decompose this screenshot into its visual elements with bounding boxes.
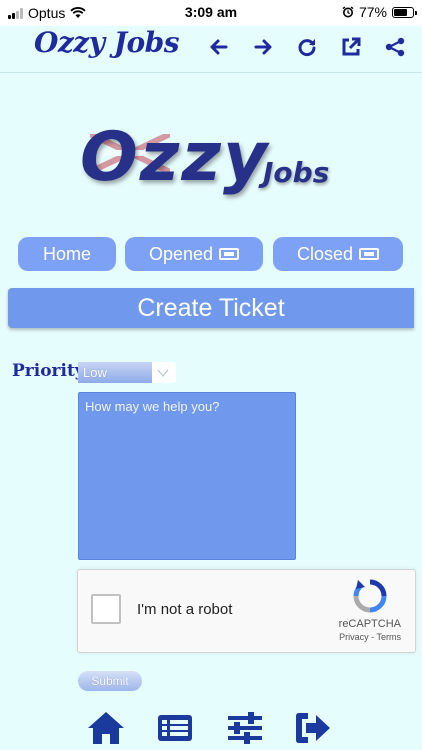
tab-closed[interactable]: Closed <box>273 237 403 271</box>
share-icon[interactable] <box>384 36 406 58</box>
back-arrow-icon[interactable] <box>208 36 230 58</box>
chevron-down-icon <box>157 369 169 377</box>
nav-tabs: Home Opened Closed <box>18 237 404 271</box>
home-icon[interactable] <box>87 710 125 746</box>
tab-home-label: Home <box>42 243 91 264</box>
captcha-links: Privacy - Terms <box>78 632 401 642</box>
priority-select[interactable]: Low <box>78 362 176 383</box>
status-right: 77% <box>342 4 417 20</box>
captcha-privacy-link[interactable]: Privacy <box>339 632 369 642</box>
ticket-icon <box>359 248 380 260</box>
alarm-icon <box>342 6 354 18</box>
open-external-icon[interactable] <box>340 36 362 58</box>
app-actions <box>208 36 406 58</box>
filter-icon[interactable] <box>226 710 264 746</box>
submit-button[interactable]: Submit <box>78 671 142 691</box>
priority-label: Priority <box>12 361 85 381</box>
logout-icon[interactable] <box>294 710 332 746</box>
message-textarea[interactable]: How may we help you? <box>78 392 296 560</box>
status-bar: Optus 3:09 am 77% <box>0 0 422 26</box>
battery-icon <box>392 6 417 18</box>
battery-percent: 77% <box>358 4 387 20</box>
logo-text-jobs: Jobs <box>263 156 330 189</box>
recaptcha-widget: I'm not a robot reCAPTCHA Privacy - Term… <box>77 569 416 653</box>
captcha-link-separator: - <box>371 632 375 642</box>
captcha-label: I'm not a robot <box>137 601 233 618</box>
priority-value: Low <box>78 362 152 383</box>
recaptcha-logo-icon <box>353 579 387 613</box>
battery-fill <box>394 8 407 16</box>
captcha-terms-link[interactable]: Terms <box>377 632 402 642</box>
captcha-brand: reCAPTCHA <box>338 618 401 630</box>
logo-text-ozzy: Ozzy <box>80 118 270 197</box>
section-title: Create Ticket <box>8 288 414 328</box>
tab-home[interactable]: Home <box>18 237 116 271</box>
ticket-icon <box>219 248 240 260</box>
ozzy-jobs-logo: Ozzy Jobs <box>80 118 360 206</box>
app-title: Ozzy Jobs <box>34 26 179 59</box>
tab-closed-label: Closed <box>296 243 354 264</box>
message-placeholder: How may we help you? <box>85 399 220 414</box>
app-bar: Ozzy Jobs <box>0 26 422 73</box>
forward-arrow-icon[interactable] <box>252 36 274 58</box>
tab-opened[interactable]: Opened <box>125 237 263 271</box>
bottom-nav <box>0 708 422 750</box>
list-icon[interactable] <box>156 710 194 746</box>
tab-opened-label: Opened <box>148 243 214 264</box>
reload-icon[interactable] <box>296 36 318 58</box>
